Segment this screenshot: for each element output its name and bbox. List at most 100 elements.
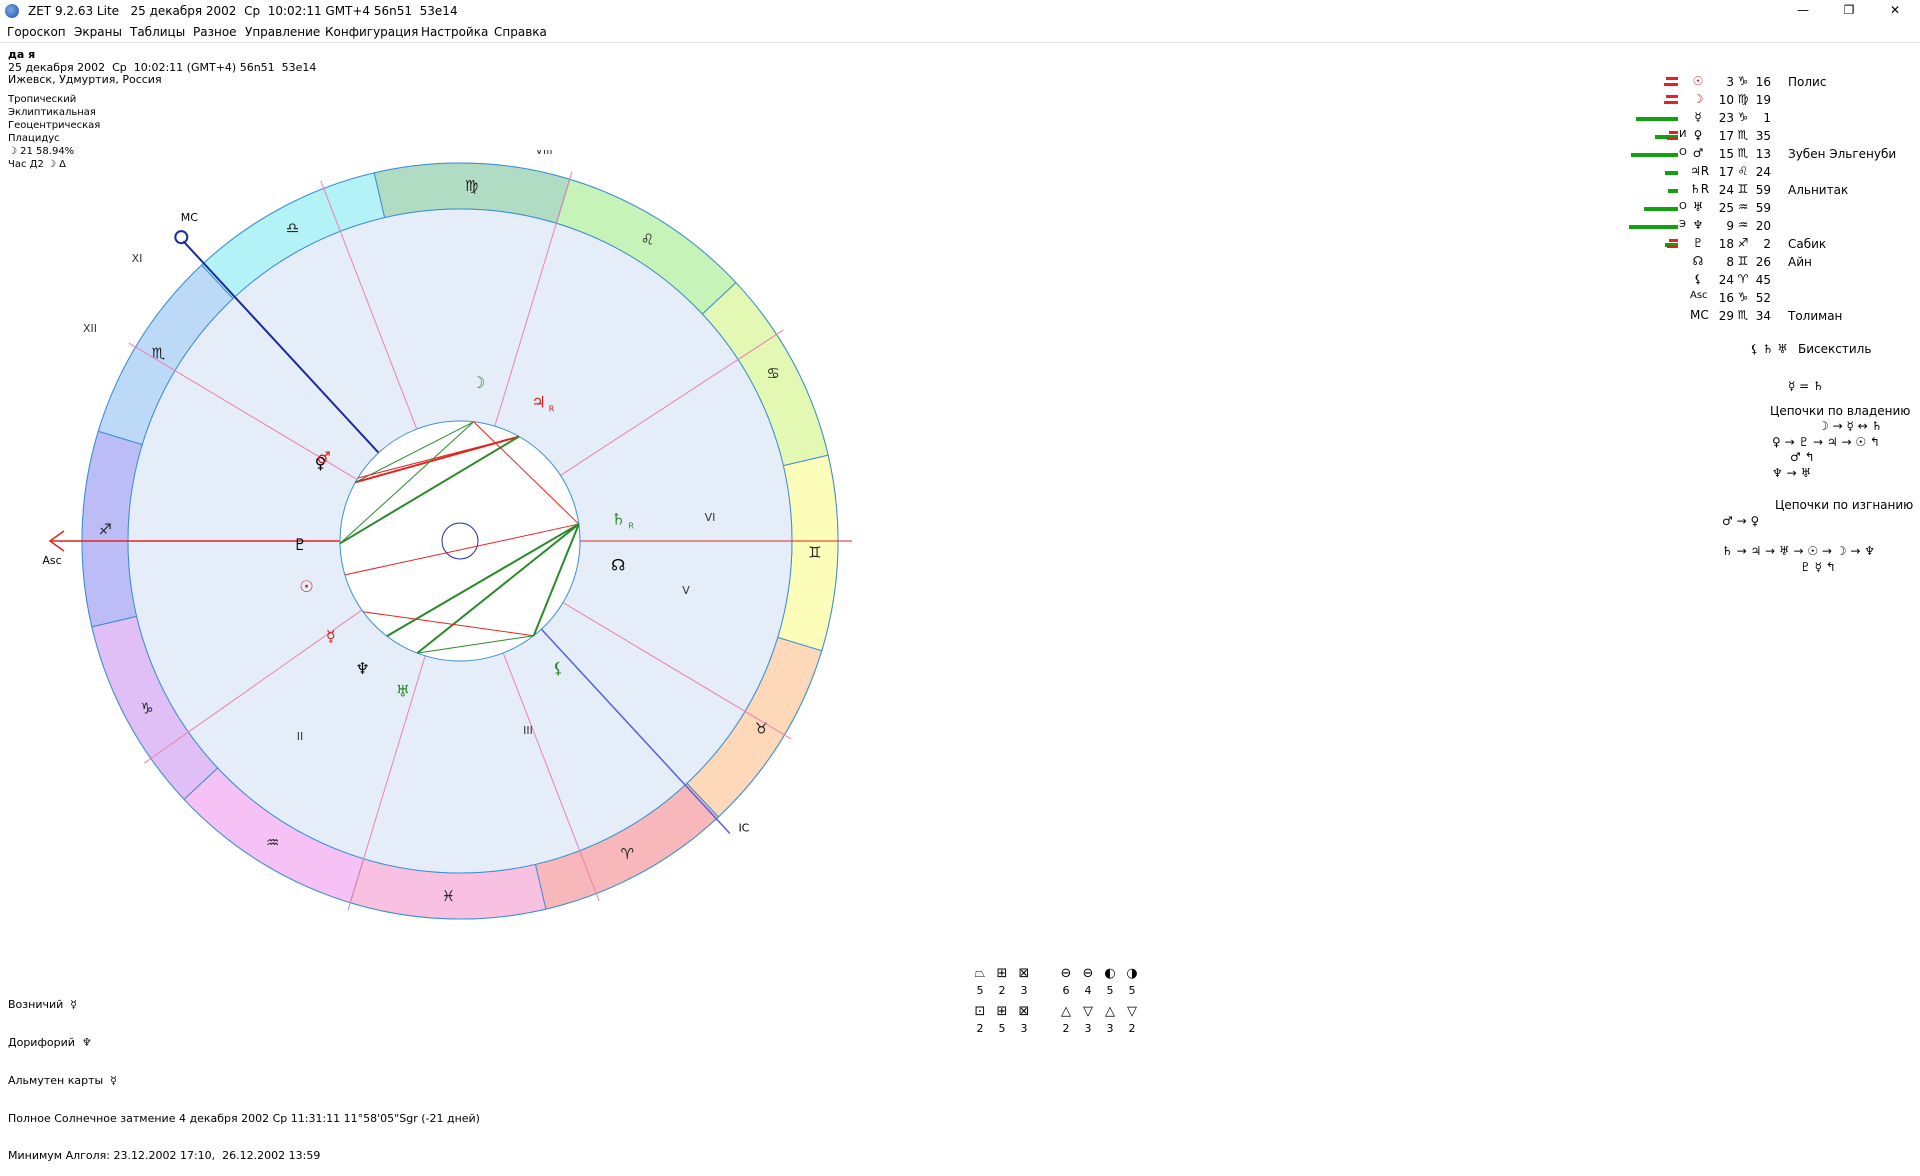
planet-glyph[interactable]: ♆	[355, 659, 369, 678]
title-bar: ZET 9.2.63 Lite 25 декабря 2002 Ср 10:02…	[0, 0, 1920, 22]
degree-value: 10	[1718, 93, 1734, 107]
minute-value: 20	[1755, 219, 1771, 233]
element-icon: ⊠	[1018, 966, 1030, 981]
restore-button[interactable]: ❐	[1826, 0, 1872, 22]
planet-glyph[interactable]: ♂	[317, 448, 331, 467]
planet-table-panel: ☉ 3 ♑ 16 Полис ☽ 10 ♍ 19 ☿ 23 ♑ 1 И ♀ 17 ♏ 35 О ♂ 15 ♏ 13 Зубен…	[1620, 74, 1920, 834]
minute-value: 59	[1755, 183, 1771, 197]
mutual-reception: ☿ = ♄	[1788, 379, 1824, 393]
planet-symbol: ☊	[1692, 254, 1704, 268]
planet-symbol: ♆	[1692, 218, 1704, 232]
house-number: III	[523, 724, 533, 737]
element-count: 3	[1020, 984, 1028, 997]
chains-exile-title: Цепочки по изгнанию	[1775, 498, 1914, 512]
chain-line: ♂ ↰	[1790, 450, 1815, 464]
strength-bar-red	[1667, 245, 1678, 248]
natal-chart-wheel[interactable]: ♈♉♊♋♌♍♎♏♐♑♒♓IIIIIVVIVIIIIXXIXIIAscDscMCI…	[0, 150, 860, 930]
element-icon: ⊡	[974, 1004, 986, 1019]
zodiac-sign-glyph: ♉	[755, 719, 768, 737]
degree-value: 15	[1718, 147, 1734, 161]
planet-glyph[interactable]: ♇	[293, 535, 307, 554]
planet-symbol: Asc	[1690, 290, 1708, 301]
zodiac-type: Тропический	[8, 94, 77, 105]
house-system: Плацидус	[8, 133, 60, 144]
strength-bar-red	[1669, 131, 1678, 134]
planet-glyph[interactable]: ♄	[611, 509, 625, 528]
element-count: 5	[976, 984, 984, 997]
planet-glyph[interactable]: ♃	[532, 393, 546, 412]
ic-label: IC	[738, 821, 749, 834]
planet-glyph[interactable]: ☊	[611, 555, 625, 574]
menu-screens[interactable]: Экраны	[74, 25, 122, 39]
planet-symbol: ☉	[1692, 74, 1704, 88]
planet-glyph[interactable]: ☿	[326, 626, 336, 645]
menu-tables[interactable]: Таблицы	[130, 25, 185, 39]
planet-symbol: ♄R	[1690, 182, 1710, 196]
sign-symbol: ♑	[1737, 110, 1749, 124]
degree-value: 25	[1718, 201, 1734, 215]
sign-symbol: ♑	[1737, 74, 1749, 88]
menu-config[interactable]: Конфигурация	[325, 25, 418, 39]
zodiac-sign-glyph: ♑	[140, 699, 153, 717]
element-count: 4	[1084, 984, 1092, 997]
minute-value: 59	[1755, 201, 1771, 215]
minute-value: 52	[1755, 291, 1771, 305]
planet-symbol: ♃R	[1690, 164, 1710, 178]
strength-bar-red	[1663, 101, 1678, 104]
aspect-config-glyphs: ⚸ ♄ ♅	[1750, 342, 1788, 356]
element-icon: ⏢	[974, 966, 986, 981]
fixed-star-name: Толиман	[1788, 309, 1843, 323]
menu-misc[interactable]: Разное	[193, 25, 237, 39]
element-count: 2	[1062, 1022, 1070, 1035]
planet-row: О ♅ 25 ♒ 59	[1620, 200, 1920, 218]
charioteer-line: Возничий ☿	[8, 998, 78, 1012]
retrograde-mark: R	[549, 405, 555, 414]
element-count: 3	[1020, 1022, 1028, 1035]
element-icon: ◐	[1104, 966, 1116, 981]
element-icon: ⊠	[1018, 1004, 1030, 1019]
menu-control[interactable]: Управление	[245, 25, 320, 39]
planet-glyph[interactable]: ☽	[471, 373, 485, 392]
close-button[interactable]: ✕	[1872, 0, 1918, 22]
almuten-line: Альмутен карты ☿	[8, 1073, 117, 1087]
zodiac-sign-glyph: ♓	[442, 887, 455, 905]
minute-value: 45	[1755, 273, 1771, 287]
minute-value: 13	[1755, 147, 1771, 161]
sign-symbol: ♈	[1737, 272, 1749, 286]
element-icon: ▽	[1083, 1004, 1093, 1019]
strength-bar-green	[1636, 117, 1678, 121]
sign-symbol: ♊	[1737, 182, 1749, 196]
element-icon: ◑	[1126, 966, 1138, 981]
menu-horoscope[interactable]: Гороскоп	[7, 25, 66, 39]
minute-value: 2	[1763, 237, 1771, 251]
planet-glyph[interactable]: ☉	[299, 577, 313, 596]
minimize-button[interactable]: —	[1780, 0, 1826, 22]
planet-symbol: ♀	[1693, 128, 1703, 142]
chart-place: Ижевск, Удмуртия, Россия	[8, 73, 162, 86]
strength-bar-red	[1666, 95, 1678, 98]
element-count: 2	[1128, 1022, 1136, 1035]
degree-value: 3	[1726, 75, 1734, 89]
planet-glyph[interactable]: ♅	[396, 681, 410, 700]
element-count: 5	[1128, 984, 1136, 997]
menu-settings[interactable]: Настройка	[421, 25, 488, 39]
menu-help[interactable]: Справка	[494, 25, 547, 39]
element-count: 2	[976, 1022, 984, 1035]
planet-row: ☽ 10 ♍ 19	[1620, 92, 1920, 110]
chain-line: ♀ → ♇ → ♃ → ☉ ↰	[1772, 435, 1880, 449]
planet-symbol: ♅	[1692, 200, 1704, 214]
sign-symbol: ♏	[1737, 146, 1749, 160]
minute-value: 34	[1755, 309, 1771, 323]
planet-row: ♃R 17 ♌ 24	[1620, 164, 1920, 182]
minute-value: 24	[1755, 165, 1771, 179]
degree-value: 29	[1718, 309, 1734, 323]
degree-value: 23	[1718, 111, 1734, 125]
zodiac-sign-glyph: ♈	[621, 845, 634, 863]
zodiac-sign-glyph: ♍	[465, 177, 478, 195]
degree-value: 24	[1718, 273, 1734, 287]
planet-row: О ♂ 15 ♏ 13 Зубен Эльгенуби	[1620, 146, 1920, 164]
element-icon: △	[1061, 1004, 1071, 1019]
planet-glyph[interactable]: ⚸	[552, 658, 564, 677]
strength-bar-green	[1631, 153, 1678, 157]
chain-line: ♇ ☿ ↰	[1800, 560, 1836, 574]
